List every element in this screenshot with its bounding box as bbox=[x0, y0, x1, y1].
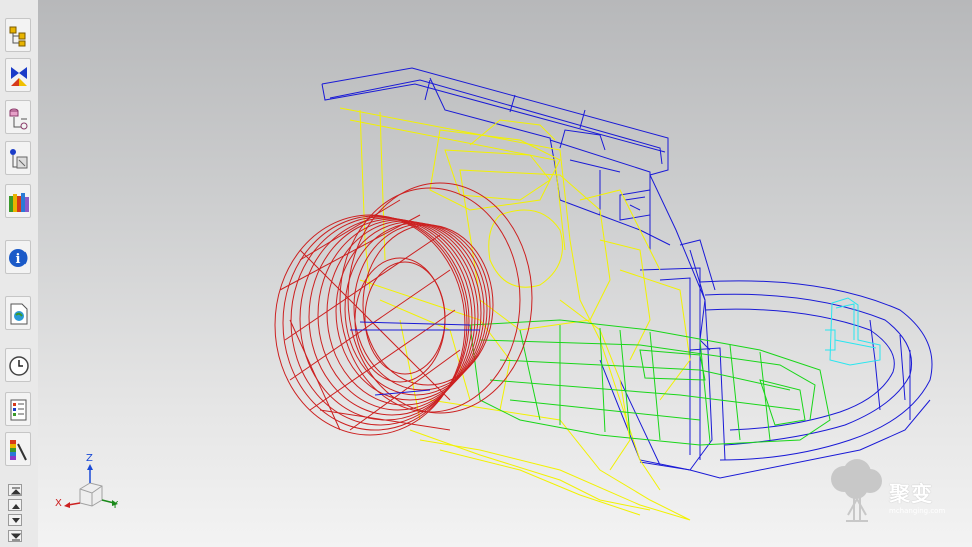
z-axis-label: Z bbox=[86, 453, 93, 464]
watermark-url: mchanging.com bbox=[889, 507, 946, 515]
y-axis-label: Y bbox=[112, 500, 119, 511]
red-cylinder-wireframe bbox=[274, 182, 533, 436]
x-axis-label: X bbox=[55, 498, 62, 509]
view-triad: Z X Y bbox=[52, 453, 132, 515]
blue-housing-wireframe bbox=[321, 67, 933, 479]
yellow-frame-wireframe bbox=[339, 107, 691, 521]
watermark-text: 聚变 bbox=[889, 482, 933, 506]
tree-logo-icon bbox=[831, 459, 882, 522]
